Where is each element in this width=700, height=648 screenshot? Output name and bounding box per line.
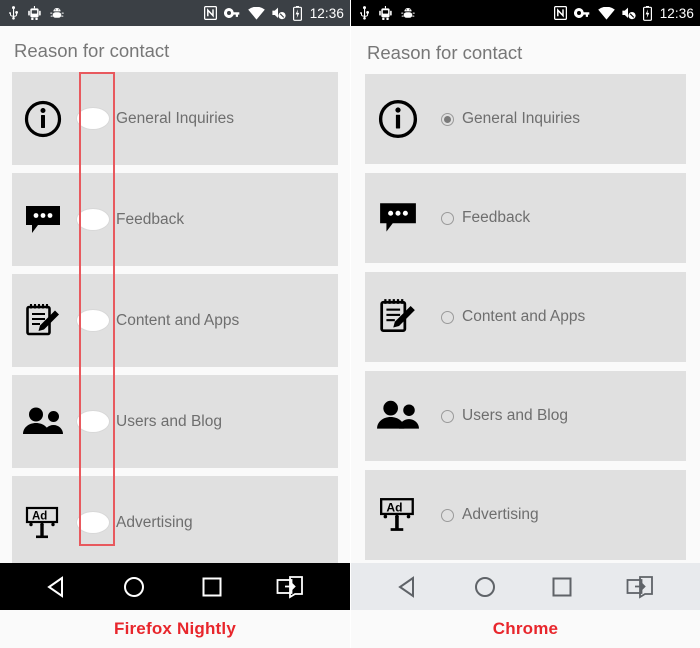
nfc-icon — [203, 6, 217, 20]
home-circle-icon[interactable] — [472, 574, 498, 600]
option-label: Advertising — [462, 506, 539, 523]
switch-apps-icon[interactable] — [276, 574, 306, 600]
radio-users-and-blog[interactable] — [76, 410, 110, 433]
option-label: Feedback — [116, 210, 185, 228]
option-row-general-inquiries[interactable]: General Inquiries — [365, 74, 686, 164]
radio-group-control[interactable] — [74, 309, 110, 332]
comparison-screenshot: 12:36 Reason for contact General Inquiri… — [0, 0, 700, 648]
nfc-icon — [553, 6, 567, 20]
chat-bubble-icon — [12, 204, 74, 236]
back-triangle-icon[interactable] — [44, 574, 70, 600]
option-row-users-and-blog[interactable]: Users and Blog — [365, 371, 686, 461]
radio-content-and-apps[interactable] — [76, 309, 110, 332]
chat-bubble-icon — [365, 201, 431, 235]
option-row-feedback[interactable]: Feedback — [365, 173, 686, 263]
ad-billboard-icon: Ad — [12, 505, 74, 541]
panel-firefox-nightly: 12:36 Reason for contact General Inquiri… — [0, 0, 350, 648]
browser-caption-firefox: Firefox Nightly — [113, 619, 236, 638]
panel-chrome: 12:36 Reason for contact General Inquiri… — [350, 0, 700, 648]
ad-billboard-icon: Ad — [365, 496, 431, 534]
android-nav-bar — [0, 563, 350, 610]
svg-text:Ad: Ad — [386, 500, 402, 514]
radio-group-control[interactable] — [74, 410, 110, 433]
option-row-general-inquiries[interactable]: General Inquiries — [12, 72, 338, 165]
robot-icon — [28, 6, 41, 20]
bug-icon — [50, 7, 64, 20]
mute-icon — [622, 6, 636, 20]
option-row-feedback[interactable]: Feedback — [12, 173, 338, 266]
status-bar-right-icons: 12:36 — [553, 5, 694, 21]
people-icon — [365, 400, 431, 432]
option-label: Advertising — [116, 513, 193, 531]
option-label: General Inquiries — [116, 109, 235, 127]
usb-icon — [359, 6, 370, 20]
reason-options-list: General Inquiries Feedback Content and A… — [0, 72, 350, 569]
notepad-pencil-icon — [12, 302, 74, 340]
battery-icon — [642, 5, 652, 21]
vpn-key-icon — [573, 7, 591, 19]
option-row-advertising[interactable]: Ad Advertising — [12, 476, 338, 569]
recents-square-icon[interactable] — [549, 574, 575, 600]
radio-content-and-apps[interactable] — [441, 310, 454, 324]
radio-feedback[interactable] — [441, 211, 454, 225]
app-page: Reason for contact General Inquiries Fee… — [351, 26, 700, 648]
vpn-key-icon — [223, 7, 241, 19]
status-bar: 12:36 — [0, 0, 350, 26]
radio-group-control[interactable] — [431, 211, 454, 225]
notepad-pencil-icon — [365, 297, 431, 337]
radio-advertising[interactable] — [441, 508, 454, 522]
option-label: Content and Apps — [462, 308, 586, 325]
radio-general-inquiries[interactable] — [441, 112, 454, 126]
usb-icon — [8, 6, 19, 20]
mute-icon — [272, 6, 286, 20]
back-triangle-icon[interactable] — [395, 574, 421, 600]
option-label: Feedback — [462, 209, 531, 226]
app-page: Reason for contact General Inquiries Fee… — [0, 26, 350, 648]
people-icon — [12, 407, 74, 437]
option-row-advertising[interactable]: Ad Advertising — [365, 470, 686, 560]
android-nav-bar — [351, 563, 700, 610]
browser-caption-chrome: Chrome — [492, 619, 559, 638]
option-row-users-and-blog[interactable]: Users and Blog — [12, 375, 338, 468]
home-circle-icon[interactable] — [121, 574, 147, 600]
option-row-content-and-apps[interactable]: Content and Apps — [12, 274, 338, 367]
radio-group-control[interactable] — [74, 107, 110, 130]
status-bar-left-icons — [359, 6, 415, 20]
page-title: Reason for contact — [14, 40, 170, 61]
option-row-content-and-apps[interactable]: Content and Apps — [365, 272, 686, 362]
radio-feedback[interactable] — [76, 208, 110, 231]
radio-general-inquiries[interactable] — [76, 107, 110, 130]
radio-group-control[interactable] — [74, 208, 110, 231]
status-bar-clock: 12:36 — [659, 5, 694, 21]
recents-square-icon[interactable] — [199, 574, 225, 600]
radio-group-control[interactable] — [431, 508, 454, 522]
radio-group-control[interactable] — [74, 511, 110, 534]
status-bar-right-icons: 12:36 — [203, 5, 344, 21]
battery-icon — [292, 5, 302, 21]
radio-group-control[interactable] — [431, 112, 454, 126]
page-title: Reason for contact — [367, 42, 523, 63]
switch-apps-icon[interactable] — [626, 574, 656, 600]
option-label: Content and Apps — [116, 311, 240, 329]
option-label: General Inquiries — [462, 110, 581, 127]
svg-text:Ad: Ad — [32, 510, 47, 522]
bug-icon — [401, 7, 415, 20]
wifi-icon — [597, 6, 615, 20]
radio-group-control[interactable] — [431, 409, 454, 423]
radio-advertising[interactable] — [76, 511, 110, 534]
option-label: Users and Blog — [462, 407, 568, 424]
info-circle-icon — [365, 99, 431, 139]
option-label: Users and Blog — [116, 412, 222, 430]
reason-options-list: General Inquiries Feedback Content and A… — [351, 74, 700, 560]
info-circle-icon — [12, 100, 74, 138]
status-bar-left-icons — [8, 6, 64, 20]
status-bar: 12:36 — [351, 0, 700, 26]
radio-users-and-blog[interactable] — [441, 409, 454, 423]
robot-icon — [379, 6, 392, 20]
status-bar-clock: 12:36 — [309, 5, 344, 21]
wifi-icon — [247, 6, 265, 20]
radio-group-control[interactable] — [431, 310, 454, 324]
